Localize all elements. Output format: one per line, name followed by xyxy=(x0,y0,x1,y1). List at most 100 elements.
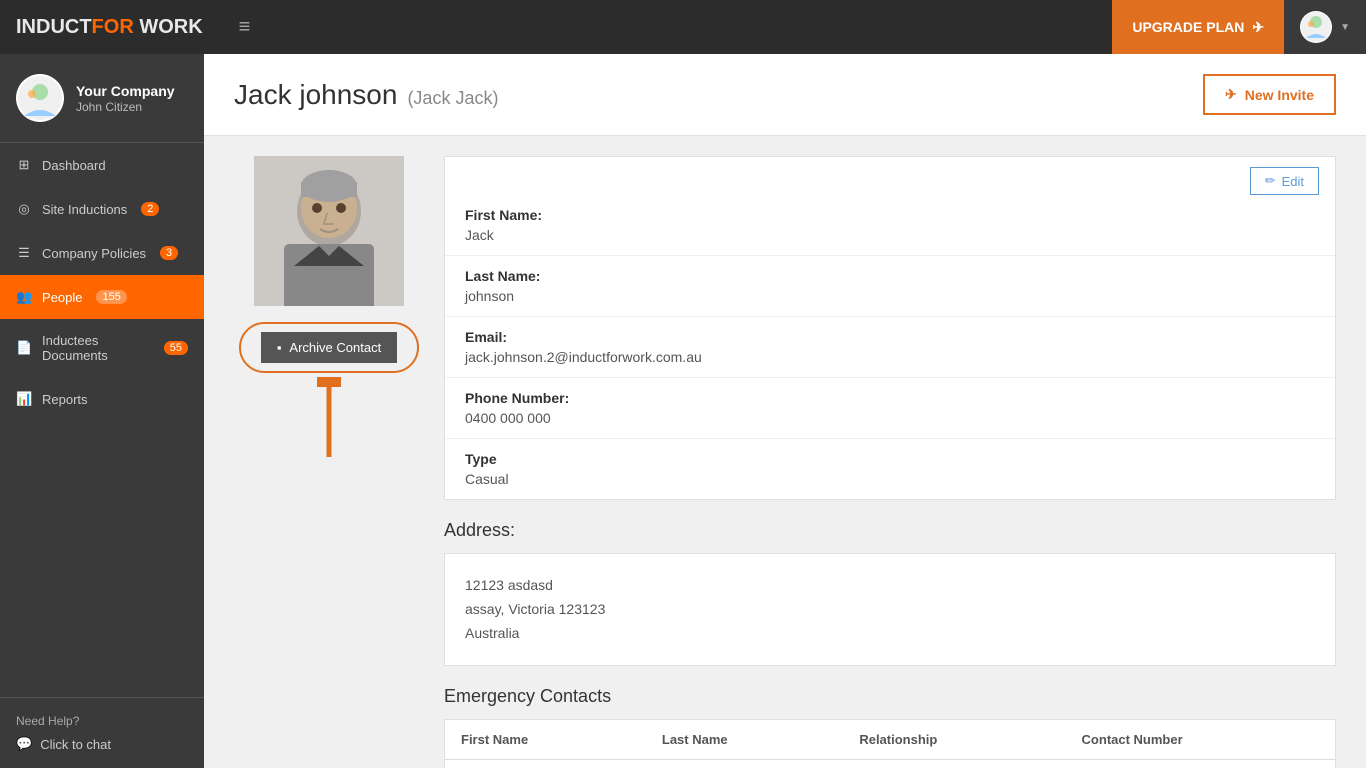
first-name-field: First Name: Jack xyxy=(445,195,1335,256)
info-card: ✏ Edit First Name: Jack Last Name: johns… xyxy=(444,156,1336,500)
last-name-label: Last Name: xyxy=(465,268,1315,284)
reports-icon: 📊 xyxy=(16,391,32,407)
page-subtitle: (Jack Jack) xyxy=(407,88,498,109)
archive-label: Archive Contact xyxy=(289,340,381,355)
phone-label: Phone Number: xyxy=(465,390,1315,406)
sidebar-item-site-inductions[interactable]: ◎ Site Inductions 2 xyxy=(0,187,204,231)
location-icon: ◎ xyxy=(16,201,32,217)
sidebar-nav: ⊞ Dashboard ◎ Site Inductions 2 ☰ Compan… xyxy=(0,143,204,697)
cell-last-name: asdasd xyxy=(646,760,843,768)
document-icon: 📄 xyxy=(16,340,32,356)
send-icon: ✈ xyxy=(1225,86,1237,103)
main-layout: Your Company John Citizen ⊞ Dashboard ◎ … xyxy=(0,54,1366,768)
topbar-right: UPGRADE PLAN ✈ ▼ xyxy=(1112,0,1366,54)
email-value: jack.johnson.2@inductforwork.com.au xyxy=(465,349,1315,365)
sidebar-item-people[interactable]: 👥 People 155 xyxy=(0,275,204,319)
first-name-label: First Name: xyxy=(465,207,1315,223)
email-label: Email: xyxy=(465,329,1315,345)
col-relationship: Relationship xyxy=(843,720,1065,760)
address-section-title: Address: xyxy=(444,520,1336,541)
logo-for: FOR xyxy=(92,16,134,38)
page-header: Jack johnson (Jack Jack) ✈ New Invite xyxy=(204,54,1366,136)
avatar xyxy=(16,74,64,122)
archive-arrow xyxy=(317,377,341,457)
email-field: Email: jack.johnson.2@inductforwork.com.… xyxy=(445,317,1335,378)
cell-relationship: asdasd xyxy=(843,760,1065,768)
company-avatar xyxy=(1300,11,1332,43)
archive-container: ▪ Archive Contact xyxy=(239,322,419,457)
profile-info: Your Company John Citizen xyxy=(76,82,175,114)
info-card-header: ✏ Edit xyxy=(445,157,1335,195)
dashboard-icon: ⊞ xyxy=(16,157,32,173)
address-line3: Australia xyxy=(465,622,1315,646)
first-name-value: Jack xyxy=(465,227,1315,243)
sidebar-item-label: Inductees Documents xyxy=(42,333,150,363)
type-field: Type Casual xyxy=(445,439,1335,499)
address-line1: 12123 asdasd xyxy=(465,574,1315,598)
type-value: Casual xyxy=(465,471,1315,487)
left-panel: ▪ Archive Contact xyxy=(234,156,424,768)
cell-first-name: asasd xyxy=(445,760,646,768)
sidebar: Your Company John Citizen ⊞ Dashboard ◎ … xyxy=(0,54,204,768)
logo-work: WORK xyxy=(134,16,203,38)
people-icon: 👥 xyxy=(16,289,32,305)
col-first-name: First Name xyxy=(445,720,646,760)
logo: INDUCTFOR WORK xyxy=(0,0,219,54)
hamburger-button[interactable]: ≡ xyxy=(219,0,271,54)
last-name-value: johnson xyxy=(465,288,1315,304)
col-last-name: Last Name xyxy=(646,720,843,760)
table-header-row: First Name Last Name Relationship Contac… xyxy=(445,720,1336,760)
archive-oval: ▪ Archive Contact xyxy=(239,322,419,373)
sidebar-item-label: Reports xyxy=(42,392,88,407)
click-to-chat-label: Click to chat xyxy=(40,737,111,752)
address-card: 12123 asdasd assay, Victoria 123123 Aust… xyxy=(444,553,1336,666)
upgrade-plan-button[interactable]: UPGRADE PLAN ✈ xyxy=(1112,0,1284,54)
archive-contact-button[interactable]: ▪ Archive Contact xyxy=(261,332,397,363)
cell-contact-number: 12312312 xyxy=(1066,760,1336,768)
content: Jack johnson (Jack Jack) ✈ New Invite xyxy=(204,54,1366,768)
pencil-icon: ✏ xyxy=(1265,173,1276,189)
new-invite-label: New Invite xyxy=(1245,87,1314,103)
need-help-text: Need Help? xyxy=(16,714,188,728)
chevron-down-icon: ▼ xyxy=(1340,22,1350,33)
topbar: INDUCTFOR WORK ≡ UPGRADE PLAN ✈ ▼ xyxy=(0,0,1366,54)
emergency-contacts-table: First Name Last Name Relationship Contac… xyxy=(444,719,1336,768)
sidebar-item-company-policies[interactable]: ☰ Company Policies 3 xyxy=(0,231,204,275)
badge: 55 xyxy=(164,341,188,355)
badge: 155 xyxy=(96,290,126,304)
page-title-wrap: Jack johnson (Jack Jack) xyxy=(234,79,498,111)
contact-photo xyxy=(254,156,404,306)
sidebar-item-dashboard[interactable]: ⊞ Dashboard xyxy=(0,143,204,187)
sidebar-item-reports[interactable]: 📊 Reports xyxy=(0,377,204,421)
logo-induct: INDUCT xyxy=(16,16,92,38)
company-name: Your Company xyxy=(76,82,175,100)
content-body: ▪ Archive Contact xyxy=(204,136,1366,768)
chat-icon: 💬 xyxy=(16,736,32,752)
company-logo-button[interactable]: ▼ xyxy=(1284,0,1366,54)
edit-label: Edit xyxy=(1282,174,1304,189)
badge: 3 xyxy=(160,246,178,260)
sidebar-item-label: Dashboard xyxy=(42,158,106,173)
sidebar-footer: Need Help? 💬 Click to chat xyxy=(0,697,204,768)
sidebar-item-label: People xyxy=(42,290,82,305)
address-line2: assay, Victoria 123123 xyxy=(465,598,1315,622)
send-icon: ✈ xyxy=(1252,19,1264,36)
archive-icon: ▪ xyxy=(277,340,282,355)
sidebar-profile: Your Company John Citizen xyxy=(0,54,204,143)
phone-field: Phone Number: 0400 000 000 xyxy=(445,378,1335,439)
right-panel: ✏ Edit First Name: Jack Last Name: johns… xyxy=(444,156,1336,768)
sidebar-item-label: Site Inductions xyxy=(42,202,127,217)
last-name-field: Last Name: johnson xyxy=(445,256,1335,317)
table-row: asasd asdasd asdasd 12312312 xyxy=(445,760,1336,768)
click-to-chat-button[interactable]: 💬 Click to chat xyxy=(16,736,188,752)
user-name: John Citizen xyxy=(76,100,175,114)
emergency-section-title: Emergency Contacts xyxy=(444,686,1336,707)
new-invite-button[interactable]: ✈ New Invite xyxy=(1203,74,1336,115)
sidebar-item-inductees-documents[interactable]: 📄 Inductees Documents 55 xyxy=(0,319,204,377)
edit-button[interactable]: ✏ Edit xyxy=(1250,167,1319,195)
sidebar-item-label: Company Policies xyxy=(42,246,146,261)
logo-text: INDUCTFOR WORK xyxy=(16,16,203,39)
col-contact-number: Contact Number xyxy=(1066,720,1336,760)
upgrade-plan-label: UPGRADE PLAN xyxy=(1132,19,1244,35)
type-label: Type xyxy=(465,451,1315,467)
